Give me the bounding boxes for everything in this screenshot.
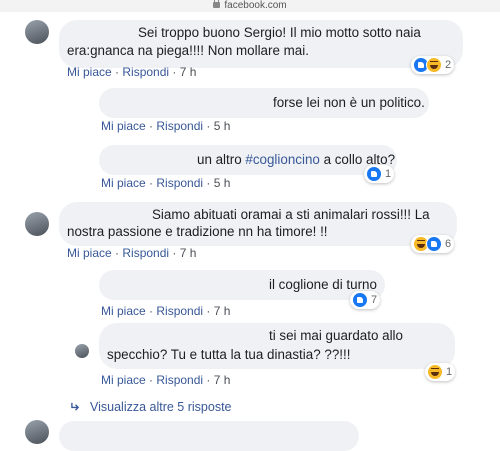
comment-text-line: specchio? Tu e tutta la tua dinastia? ??… [107,347,351,362]
reaction-summary[interactable]: 7 [350,291,381,309]
like-button[interactable]: Mi piace [101,119,146,133]
comment-bubble [59,421,359,451]
separator: · [206,304,211,318]
view-more-replies-label[interactable]: Visualizza altre 5 risposte [90,400,232,414]
reply-button[interactable]: Rispondi [156,304,203,318]
avatar[interactable] [25,420,49,444]
comment-bubble: forse lei non è un politico. [99,88,429,118]
reply-button[interactable]: Rispondi [156,373,203,387]
comment-actions: Mi piace · Rispondi · 7 h [67,65,196,79]
reply-button[interactable]: Rispondi [156,176,203,190]
reaction-count: 1 [385,168,392,180]
comment-bubble: il coglione di turno [99,270,385,300]
comment-text-line: ti sei mai guardato allo [269,328,403,343]
url-text: facebook.com [224,0,287,11]
avatar[interactable] [25,20,49,44]
separator: · [149,119,154,133]
reaction-summary[interactable]: 2 [411,56,455,74]
separator: · [149,304,154,318]
comment-text-line: nostra passione e tradizione nn ha timor… [67,224,328,239]
like-button[interactable]: Mi piace [67,65,112,79]
reaction-count: 1 [446,366,453,378]
reply-arrow-icon [71,402,80,411]
separator: · [206,373,211,387]
separator: · [206,176,211,190]
comment-text-line: forse lei non è un politico. [273,95,425,110]
reaction-count: 6 [445,238,452,250]
like-reaction-icon [366,166,382,182]
separator: · [206,119,211,133]
timestamp[interactable]: 7 h [180,65,197,79]
comment-bubble: ti sei mai guardato allo specchio? Tu e … [99,323,455,369]
timestamp[interactable]: 5 h [214,119,231,133]
haha-reaction-icon [427,364,443,380]
comment-actions: Mi piace · Rispondi · 7 h [101,373,230,387]
like-reaction-icon [426,236,442,252]
comment-text-line: un altro #coglioncino a collo alto? [197,151,395,169]
separator: · [172,65,177,79]
separator: · [149,373,154,387]
comment-actions: Mi piace · Rispondi · 5 h [101,176,230,190]
comment-text: un altro [197,152,246,167]
reaction-summary[interactable]: 1 [364,165,395,183]
comment-actions: Mi piace · Rispondi · 5 h [101,119,230,133]
haha-reaction-icon [426,57,442,73]
lock-icon [213,0,221,8]
like-reaction-icon [352,292,368,308]
comment-bubble: Sei troppo buono Sergio! Il mio motto so… [59,20,463,68]
separator: · [149,176,154,190]
comment-text-line: era:gnanca na piega!!!! Non mollare mai. [67,43,309,58]
separator: · [115,65,120,79]
view-more-replies-link[interactable]: Visualizza altre 5 risposte [71,400,232,414]
comment-bubble: Siamo abituati oramai a sti animalari ro… [59,202,457,246]
like-button[interactable]: Mi piace [101,176,146,190]
browser-url-bar[interactable]: facebook.com [0,0,500,12]
timestamp[interactable]: 7 h [214,373,231,387]
comment-text-line: Sei troppo buono Sergio! Il mio motto so… [138,25,421,40]
avatar[interactable] [75,344,89,358]
reply-button[interactable]: Rispondi [122,246,169,260]
comment-actions: Mi piace · Rispondi · 7 h [101,304,230,318]
separator: · [172,246,177,260]
reaction-count: 2 [445,59,452,71]
separator: · [115,246,120,260]
hashtag-link[interactable]: #coglioncino [245,152,319,167]
comment-bubble: un altro #coglioncino a collo alto? [99,145,397,175]
timestamp[interactable]: 7 h [180,246,197,260]
comment-text-line: Siamo abituati oramai a sti animalari ro… [152,207,430,222]
reply-button[interactable]: Rispondi [156,119,203,133]
like-button[interactable]: Mi piace [101,373,146,387]
reaction-count: 7 [371,294,378,306]
timestamp[interactable]: 5 h [214,176,231,190]
like-button[interactable]: Mi piace [101,304,146,318]
like-button[interactable]: Mi piace [67,246,112,260]
avatar[interactable] [25,212,49,236]
timestamp[interactable]: 7 h [214,304,231,318]
reply-button[interactable]: Rispondi [122,65,169,79]
comment-actions: Mi piace · Rispondi · 7 h [67,246,196,260]
reaction-summary[interactable]: 6 [411,235,455,253]
reaction-summary[interactable]: 1 [425,363,456,381]
